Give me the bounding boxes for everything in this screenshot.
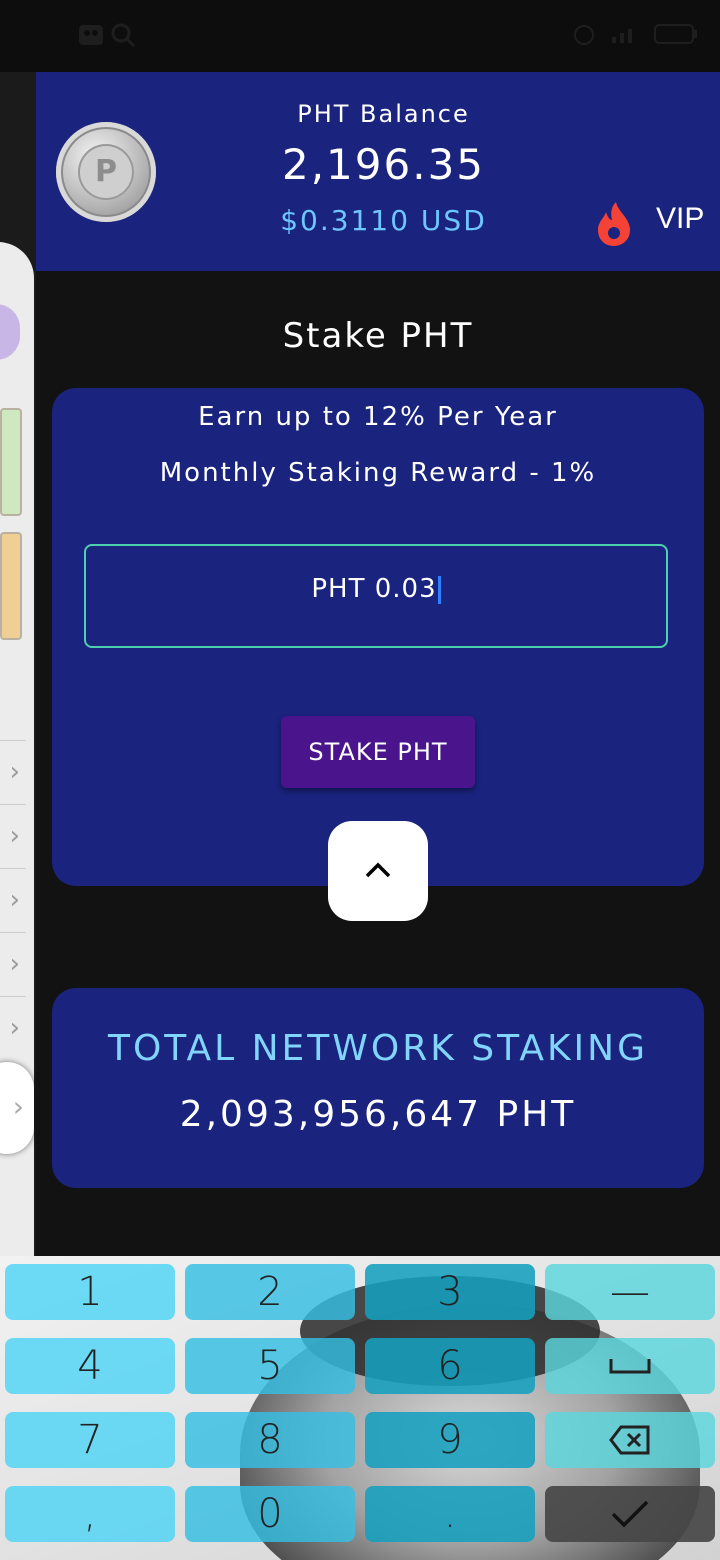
stake-amount-value: PHT 0.03 bbox=[311, 574, 437, 604]
battery-icon bbox=[654, 23, 698, 49]
chevron-up-icon bbox=[365, 862, 391, 878]
vip-label[interactable]: VIP bbox=[656, 202, 704, 236]
stake-amount-input[interactable]: PHT 0.03 bbox=[84, 544, 668, 648]
status-bar bbox=[0, 0, 720, 72]
key-0[interactable]: 0 bbox=[185, 1486, 355, 1542]
signal-icon bbox=[610, 23, 640, 49]
balance-value: 2,196.35 bbox=[281, 140, 486, 189]
coin-emblem: P bbox=[78, 144, 134, 200]
page-title: Stake PHT bbox=[282, 316, 474, 356]
collapse-button[interactable] bbox=[328, 821, 428, 921]
drawer-row: › bbox=[0, 996, 26, 1059]
drawer-thumbnail bbox=[0, 532, 22, 640]
key-5[interactable]: 5 bbox=[185, 1338, 355, 1394]
key-comma[interactable]: , bbox=[5, 1486, 175, 1542]
stake-card: Earn up to 12% Per Year Monthly Staking … bbox=[52, 388, 704, 886]
chevron-right-icon: › bbox=[9, 757, 20, 787]
app-notification-icon bbox=[78, 22, 104, 52]
chevron-right-icon: › bbox=[9, 1013, 20, 1043]
network-staking-card: TOTAL NETWORK STAKING 2,093,956,647 PHT bbox=[52, 988, 704, 1188]
key-4[interactable]: 4 bbox=[5, 1338, 175, 1394]
key-1[interactable]: 1 bbox=[5, 1264, 175, 1320]
coin-letter: P bbox=[95, 154, 117, 189]
monthly-reward-text: Monthly Staking Reward - 1% bbox=[159, 458, 597, 488]
key-7[interactable]: 7 bbox=[5, 1412, 175, 1468]
key-dash[interactable]: — bbox=[545, 1264, 715, 1320]
chevron-right-icon: › bbox=[9, 949, 20, 979]
key-8[interactable]: 8 bbox=[185, 1412, 355, 1468]
drawer-row: › bbox=[0, 932, 26, 995]
key-space[interactable] bbox=[545, 1338, 715, 1394]
network-staking-value: 2,093,956,647 PHT bbox=[179, 1094, 577, 1135]
earn-rate-text: Earn up to 12% Per Year bbox=[198, 402, 558, 432]
chevron-right-icon: › bbox=[9, 821, 20, 851]
chevron-right-icon: › bbox=[9, 885, 20, 915]
text-caret bbox=[437, 575, 441, 604]
balance-label: PHT Balance bbox=[297, 100, 470, 128]
pht-coin-logo: P bbox=[56, 122, 156, 222]
drawer-handle[interactable]: › bbox=[0, 1062, 34, 1154]
key-backspace[interactable] bbox=[545, 1412, 715, 1468]
balance-header: P PHT Balance 2,196.35 $0.3110 USD VIP bbox=[36, 72, 720, 271]
key-done[interactable] bbox=[545, 1486, 715, 1542]
balance-usd: $0.3110 USD bbox=[280, 204, 487, 237]
check-icon bbox=[611, 1500, 649, 1528]
key-period[interactable]: . bbox=[365, 1486, 535, 1542]
side-drawer-peek: › › › › › › bbox=[0, 72, 36, 1256]
stake-amount-text: PHT 0.03 bbox=[86, 574, 666, 604]
network-staking-label: TOTAL NETWORK STAKING bbox=[107, 1028, 649, 1069]
drawer-row: › bbox=[0, 740, 26, 803]
numeric-keyboard: 1 2 3 — 4 5 6 7 8 9 , 0 . bbox=[0, 1256, 720, 1560]
space-icon bbox=[609, 1359, 651, 1374]
key-6[interactable]: 6 bbox=[365, 1338, 535, 1394]
drawer-row: › bbox=[0, 868, 26, 931]
stake-button[interactable]: STAKE PHT bbox=[281, 716, 475, 788]
backspace-icon bbox=[609, 1425, 650, 1455]
key-3[interactable]: 3 bbox=[365, 1264, 535, 1320]
key-9[interactable]: 9 bbox=[365, 1412, 535, 1468]
alarm-icon bbox=[572, 22, 596, 50]
key-2[interactable]: 2 bbox=[185, 1264, 355, 1320]
fire-icon[interactable] bbox=[594, 200, 634, 248]
drawer-thumbnail bbox=[0, 408, 22, 516]
chevron-right-icon: › bbox=[12, 1090, 24, 1123]
drawer-row: › bbox=[0, 804, 26, 867]
search-icon bbox=[110, 22, 136, 52]
